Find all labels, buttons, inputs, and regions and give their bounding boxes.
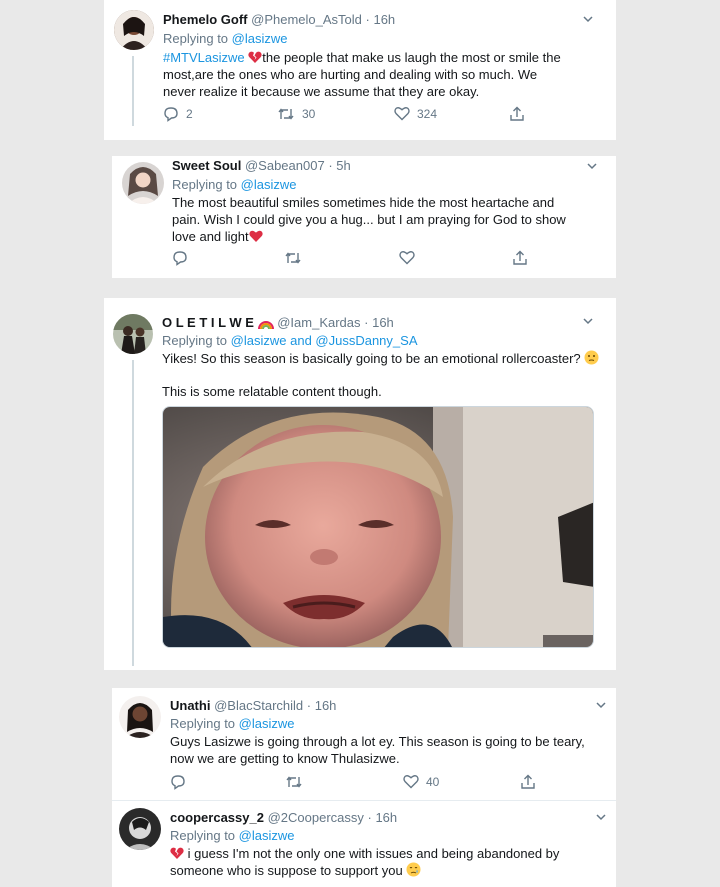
mention-link[interactable]: @lasizwe	[232, 31, 288, 46]
retweet-count: 30	[302, 107, 316, 121]
tweet-text-line2: someone who is suppose to support you	[170, 862, 610, 879]
chevron-down-icon[interactable]	[582, 13, 594, 25]
crying-face-icon	[406, 862, 421, 877]
avatar[interactable]	[119, 696, 161, 738]
tweet-header: Unathi @BlacStarchild · 16h	[170, 698, 336, 713]
like-button[interactable]	[399, 250, 422, 265]
heart-outline-icon	[394, 107, 410, 121]
hashtag-link[interactable]: #MTVLasizwe	[163, 50, 245, 65]
share-button[interactable]	[512, 250, 528, 266]
chevron-down-icon[interactable]	[595, 811, 607, 823]
reply-button[interactable]	[172, 250, 195, 266]
reply-icon	[173, 251, 187, 266]
mention-link[interactable]: @lasizwe	[239, 716, 295, 731]
retweet-icon	[286, 776, 302, 788]
display-name[interactable]: O L E T I L W E	[162, 315, 254, 330]
tweet-media-image[interactable]	[162, 406, 594, 648]
user-handle[interactable]: @Phemelo_AsTold	[251, 12, 362, 27]
thinking-face-icon	[584, 350, 599, 365]
reply-icon	[164, 107, 178, 122]
retweet-icon	[278, 108, 294, 120]
replying-to: Replying to @lasizwe	[170, 716, 295, 731]
tweet-actions: 2 30 324	[163, 106, 543, 124]
replying-to: Replying to @lasizwe	[163, 31, 288, 46]
timestamp[interactable]: · 16h	[364, 315, 394, 330]
display-name[interactable]: coopercassy_2	[170, 810, 264, 825]
tweet-text-line2: This is some relatable content though.	[162, 384, 382, 399]
tweet-text: The most beautiful smiles sometimes hide…	[172, 195, 566, 244]
user-handle[interactable]: @Iam_Kardas	[277, 315, 360, 330]
tweet-actions: 40	[170, 774, 550, 792]
timestamp[interactable]: · 16h	[368, 810, 398, 825]
share-icon	[510, 106, 524, 121]
heart-outline-icon	[399, 251, 415, 265]
like-count: 40	[426, 774, 440, 789]
share-button[interactable]	[520, 774, 536, 790]
retweet-button[interactable]	[284, 250, 309, 266]
crying-child-photo	[163, 407, 593, 647]
tweet-text: Guys Lasizwe is going through a lot ey. …	[170, 734, 585, 766]
broken-heart-icon	[170, 847, 184, 859]
tweet-sweet-soul[interactable]: Sweet Soul @Sabean007 · 5h Replying to @…	[112, 156, 616, 278]
user-handle[interactable]: @2Coopercassy	[268, 810, 364, 825]
tweet-text: Yikes! So this season is basically going…	[162, 350, 602, 367]
timestamp[interactable]: · 5h	[328, 158, 350, 173]
thread-line	[132, 360, 134, 666]
share-button[interactable]	[509, 106, 525, 122]
user-handle[interactable]: @BlacStarchild	[214, 698, 303, 713]
mention-link[interactable]: @lasizwe	[241, 177, 297, 192]
divider	[112, 800, 616, 801]
chevron-down-icon[interactable]	[586, 160, 598, 172]
twitter-replies-screenshot: Phemelo Goff @Phemelo_AsTold · 16h Reply…	[0, 0, 720, 887]
share-icon	[521, 774, 535, 789]
timestamp[interactable]: · 16h	[366, 12, 396, 27]
mention-link[interactable]: @lasizwe and @JussDanny_SA	[231, 333, 418, 348]
tweet-header: Sweet Soul @Sabean007 · 5h	[172, 158, 351, 173]
tweet-header: Phemelo Goff @Phemelo_AsTold · 16h	[163, 12, 395, 27]
avatar[interactable]	[113, 314, 153, 354]
like-count: 324	[417, 106, 438, 121]
display-name[interactable]: Phemelo Goff	[163, 12, 248, 27]
display-name[interactable]: Sweet Soul	[172, 158, 241, 173]
replying-to: Replying to @lasizwe	[170, 828, 295, 843]
tweet-header: O L E T I L W E @Iam_Kardas · 16h	[162, 315, 394, 330]
retweet-button[interactable]: 30	[277, 106, 315, 122]
reply-button[interactable]: 2	[163, 106, 193, 122]
tweet-phemelo[interactable]: Phemelo Goff @Phemelo_AsTold · 16h Reply…	[104, 0, 616, 140]
replying-to: Replying to @lasizwe and @JussDanny_SA	[162, 333, 418, 348]
timestamp[interactable]: · 16h	[307, 698, 337, 713]
chevron-down-icon[interactable]	[582, 315, 594, 327]
tweet-actions	[172, 250, 552, 268]
tweet-header: coopercassy_2 @2Coopercassy · 16h	[170, 810, 397, 825]
reply-count: 2	[186, 107, 193, 121]
tweet-text: i guess I'm not the only one with issues…	[170, 845, 610, 862]
avatar[interactable]	[114, 10, 154, 50]
user-handle[interactable]: @Sabean007	[245, 158, 325, 173]
heart-outline-icon	[403, 775, 419, 789]
rainbow-icon	[257, 321, 274, 329]
red-heart-icon	[248, 230, 263, 242]
broken-heart-icon	[248, 51, 262, 63]
like-button[interactable]: 40	[403, 774, 439, 789]
replying-to: Replying to @lasizwe	[172, 177, 297, 192]
mention-link[interactable]: @lasizwe	[239, 828, 295, 843]
tweet-coopercassy[interactable]: coopercassy_2 @2Coopercassy · 16h Replyi…	[112, 800, 616, 887]
tweet-text: #MTVLasizwe the people that make us laug…	[163, 50, 561, 99]
like-button[interactable]: 324	[394, 106, 437, 121]
tweet-oletilwe[interactable]: O L E T I L W E @Iam_Kardas · 16h Replyi…	[104, 298, 616, 670]
tweet-unathi[interactable]: Unathi @BlacStarchild · 16h Replying to …	[112, 688, 616, 800]
reply-button[interactable]	[170, 774, 193, 790]
share-icon	[513, 250, 527, 265]
display-name[interactable]: Unathi	[170, 698, 210, 713]
avatar[interactable]	[119, 808, 161, 850]
reply-icon	[171, 775, 185, 790]
avatar[interactable]	[122, 162, 164, 204]
retweet-icon	[285, 252, 301, 264]
chevron-down-icon[interactable]	[595, 699, 607, 711]
thread-line	[132, 56, 134, 126]
retweet-button[interactable]	[285, 774, 310, 790]
